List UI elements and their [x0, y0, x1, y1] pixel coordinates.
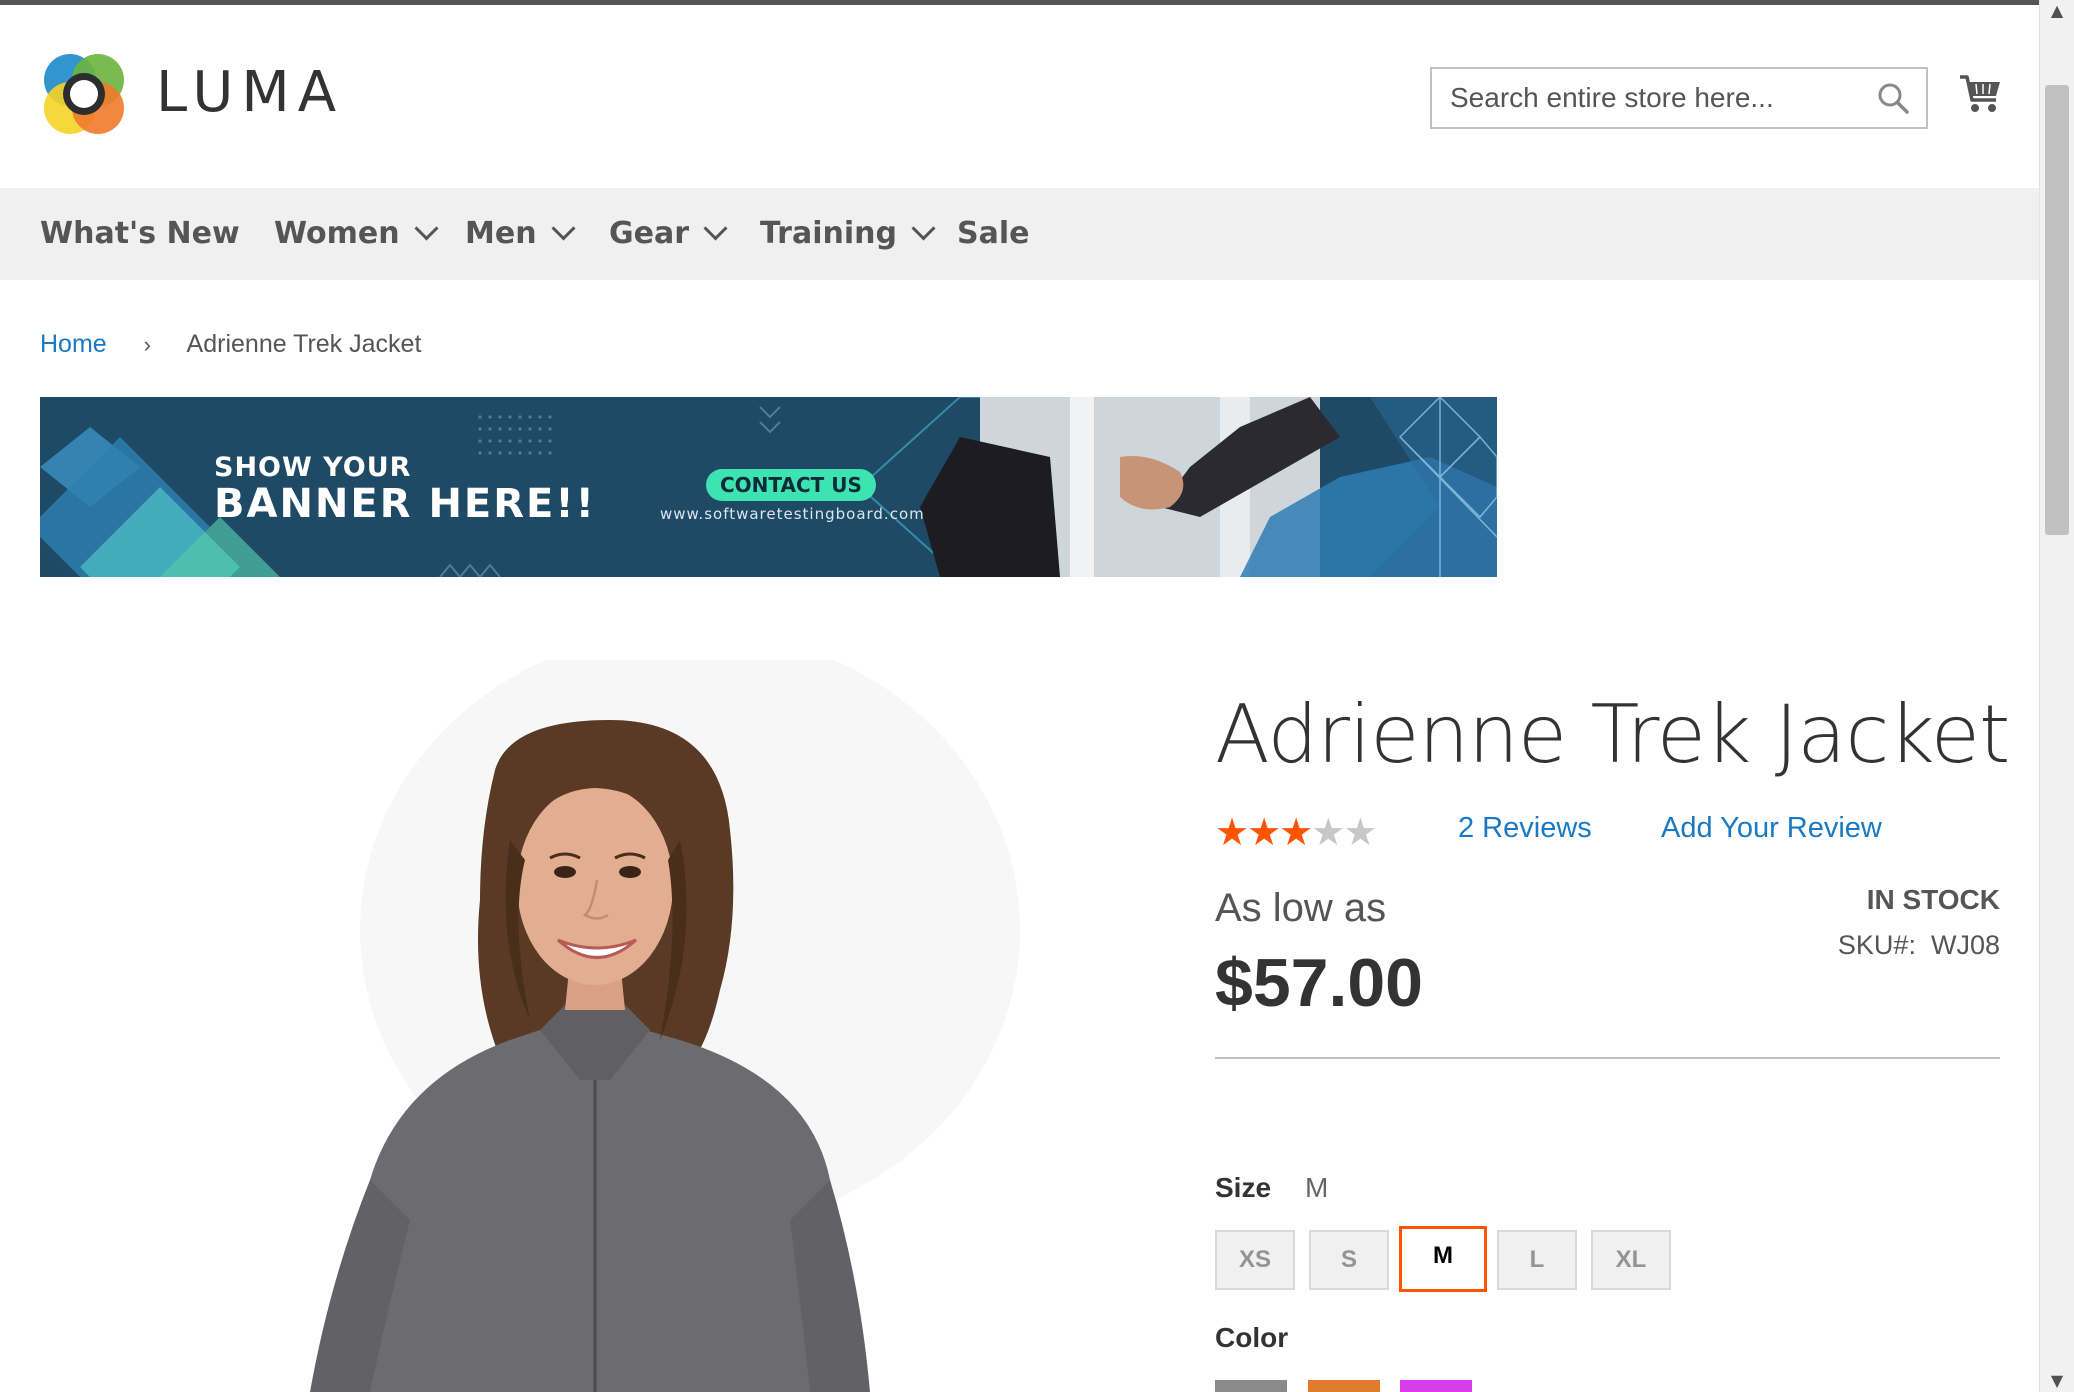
nav-item-gear[interactable]: Gear	[609, 188, 728, 280]
top-border	[0, 0, 2040, 5]
banner-contact-button[interactable]: CONTACT US	[706, 469, 876, 501]
banner-headline-1: SHOW YOUR	[214, 452, 412, 483]
product-price: $57.00	[1215, 945, 1423, 1021]
sku-label: SKU#:	[1837, 930, 1916, 960]
rating-stars: ★★★★★	[1215, 810, 1377, 854]
price-label: As low as	[1215, 886, 1387, 930]
nav-item-sale[interactable]: Sale	[957, 188, 1029, 280]
product-image[interactable]	[40, 660, 1140, 1392]
breadcrumb-separator-icon: ›	[143, 332, 151, 357]
breadcrumb-current: Adrienne Trek Jacket	[186, 330, 422, 358]
luma-logo[interactable]	[40, 50, 128, 138]
chevron-down-icon	[911, 216, 936, 241]
size-option-xl[interactable]: XL	[1591, 1230, 1671, 1290]
color-option-gray[interactable]	[1215, 1380, 1287, 1392]
reviews-link[interactable]: 2 Reviews	[1458, 812, 1592, 845]
star-filled-icon: ★	[1247, 810, 1281, 854]
promo-banner[interactable]: SHOW YOUR BANNER HERE!! CONTACT US www.s…	[40, 397, 1497, 577]
nav-item-label: Gear	[609, 216, 690, 251]
sku: SKU#: WJ08	[1838, 930, 2000, 961]
scroll-down-icon[interactable]: ▼	[2040, 1370, 2074, 1392]
nav-item-women[interactable]: Women	[274, 188, 439, 280]
scrollbar-thumb[interactable]	[2045, 85, 2069, 535]
star-empty-icon: ★	[1311, 810, 1345, 854]
chevron-down-icon	[703, 216, 728, 241]
search-icon[interactable]	[1876, 81, 1910, 115]
star-filled-icon: ★	[1215, 810, 1249, 854]
search-box	[1430, 67, 1928, 129]
color-option-purple[interactable]	[1400, 1380, 1472, 1392]
logo-text: LUMA	[156, 60, 345, 125]
nav-item-label: Training	[760, 216, 897, 251]
scroll-up-icon[interactable]: ▲	[2040, 0, 2074, 22]
size-label: Size	[1215, 1172, 1272, 1203]
sku-value: WJ08	[1930, 930, 2000, 960]
size-option-l[interactable]: L	[1497, 1230, 1577, 1290]
size-option-s[interactable]: S	[1309, 1230, 1389, 1290]
search-input[interactable]	[1432, 69, 1870, 127]
banner-headline-2: BANNER HERE!!	[214, 481, 596, 527]
nav-item-label: Men	[465, 216, 537, 251]
size-option-m[interactable]: M	[1399, 1226, 1487, 1292]
main-nav: What's New Women Men Gear Training Sale	[0, 188, 2040, 280]
scrollbar[interactable]: ▲ ▼	[2039, 0, 2074, 1392]
nav-item-label: Sale	[957, 216, 1030, 251]
add-review-link[interactable]: Add Your Review	[1661, 812, 1882, 845]
color-option-orange[interactable]	[1308, 1380, 1380, 1392]
breadcrumb-home-link[interactable]: Home	[40, 330, 107, 358]
product-photo	[310, 660, 1020, 1392]
cart-icon[interactable]	[1958, 72, 2002, 114]
size-option-xs[interactable]: XS	[1215, 1230, 1295, 1290]
stock-status: In stock	[1866, 884, 2000, 915]
product-title: Adrienne Trek Jacket	[1215, 688, 2010, 781]
nav-item-men[interactable]: Men	[465, 188, 576, 280]
color-label: Color	[1215, 1322, 1289, 1353]
chevron-down-icon	[551, 216, 576, 241]
nav-item-training[interactable]: Training	[760, 188, 936, 280]
size-selected-value: M	[1305, 1172, 1329, 1203]
star-filled-icon: ★	[1279, 810, 1313, 854]
divider	[1215, 1057, 2000, 1059]
nav-item-label: Women	[274, 216, 400, 251]
banner-url: www.softwaretestingboard.com	[660, 505, 925, 523]
star-empty-icon: ★	[1343, 810, 1377, 854]
nav-item-label: What's New	[40, 216, 240, 251]
chevron-down-icon	[414, 216, 439, 241]
nav-item-whats-new[interactable]: What's New	[40, 188, 240, 280]
breadcrumb: Home › Adrienne Trek Jacket	[40, 330, 421, 359]
